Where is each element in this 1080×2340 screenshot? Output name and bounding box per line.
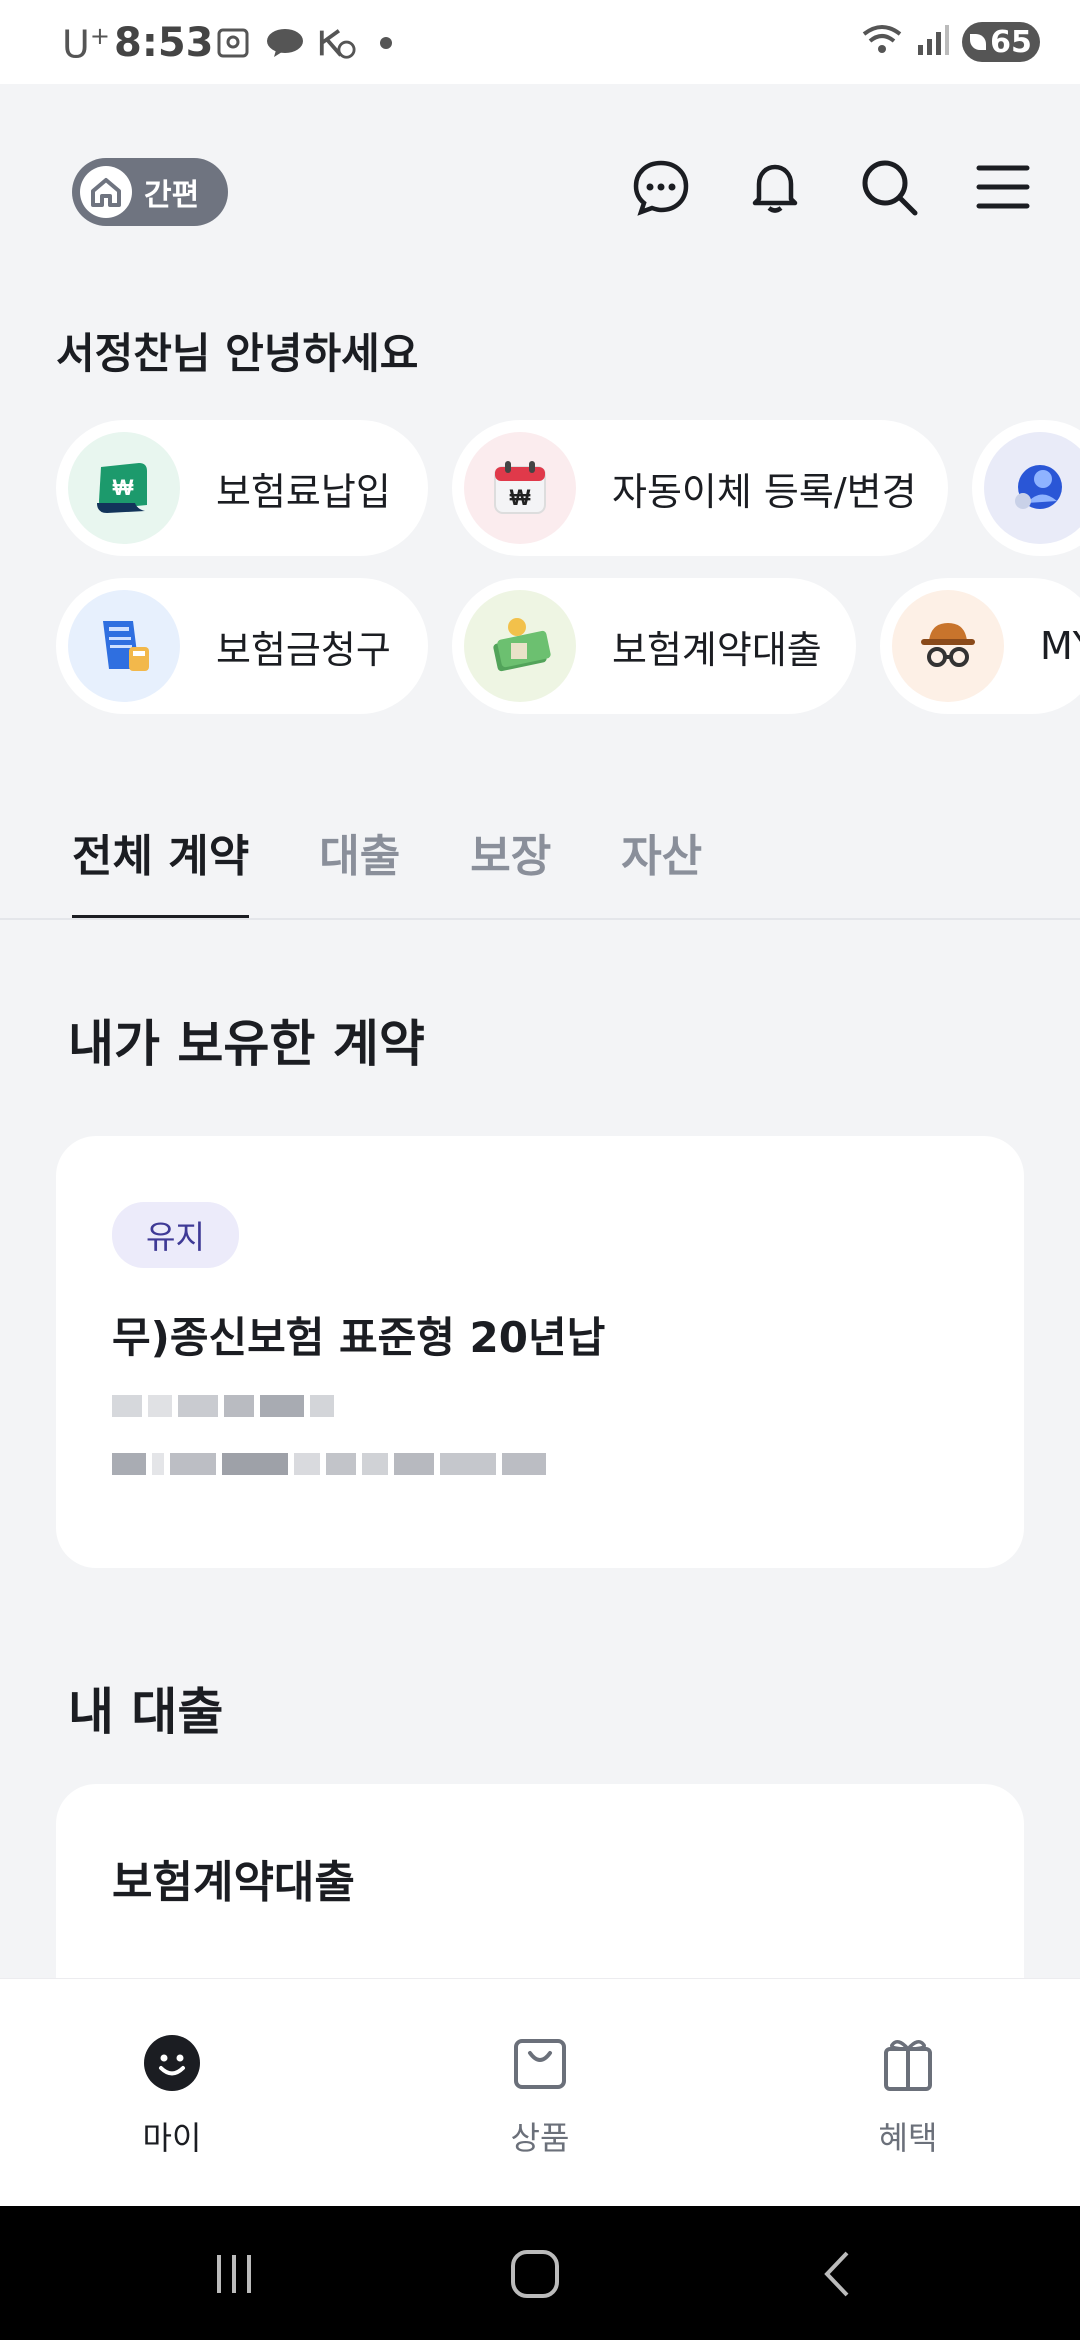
tab-divider	[0, 918, 1080, 920]
bottom-navigation: 마이 상품 혜택	[0, 1978, 1080, 2207]
detective-icon	[892, 590, 1004, 702]
money-note-icon: ₩	[68, 432, 180, 544]
home-icon	[80, 166, 132, 218]
back-icon[interactable]	[808, 2244, 868, 2304]
quick-menu-autopay[interactable]: ₩ 자동이체 등록/변경	[452, 420, 948, 556]
talk-icon	[266, 26, 304, 60]
loans-section-title: 내 대출	[68, 1683, 224, 1741]
tab-all-contracts[interactable]: 전체 계약	[72, 820, 250, 920]
menu-icon[interactable]	[972, 156, 1034, 218]
tab-loans[interactable]: 대출	[319, 820, 400, 920]
quick-menu-premium-payment[interactable]: ₩ 보험료납입	[56, 420, 428, 556]
gift-icon	[876, 2031, 940, 2095]
more-notifications-dot	[380, 37, 392, 49]
recent-apps-icon[interactable]	[204, 2244, 264, 2304]
loan-card-title: 보험계약대출	[112, 1857, 355, 1908]
masked-contract-number	[112, 1395, 968, 1417]
nav-products[interactable]: 상품	[460, 2031, 620, 2159]
simple-mode-toggle[interactable]: 간편	[72, 158, 228, 226]
claim-document-icon	[68, 590, 180, 702]
wifi-icon	[860, 22, 904, 62]
home-button-icon[interactable]	[505, 2244, 565, 2304]
k-icon	[318, 26, 356, 60]
tab-assets[interactable]: 자산	[621, 820, 702, 920]
search-icon[interactable]	[858, 156, 920, 218]
contract-tabs: 전체 계약 대출 보장 자산	[72, 820, 702, 920]
smile-icon	[140, 2031, 204, 2095]
svg-text:₩: ₩	[113, 475, 134, 500]
simple-mode-label: 간편	[144, 178, 200, 213]
contract-name: 무)종신보험 표준형 20년납	[112, 1313, 606, 1362]
system-navigation-bar	[0, 2206, 1080, 2340]
greeting-title: 서정찬님 안녕하세요	[56, 329, 419, 378]
nav-benefits[interactable]: 혜택	[828, 2031, 988, 2159]
shopping-bag-icon	[508, 2031, 572, 2095]
cash-coin-icon	[464, 590, 576, 702]
contracts-section-title: 내가 보유한 계약	[68, 1015, 425, 1073]
quick-menu-my[interactable]: MY	[880, 578, 1080, 714]
carrier-label: U+	[62, 22, 110, 67]
quick-menu-claim[interactable]: 보험금청구	[56, 578, 428, 714]
contract-card[interactable]: 유지 무)종신보험 표준형 20년납	[56, 1136, 1024, 1568]
tab-coverage[interactable]: 보장	[470, 820, 551, 920]
status-bar: U+ 8:53 65	[0, 0, 1080, 84]
signal-icon	[916, 23, 950, 61]
battery-icon: 65	[962, 22, 1040, 62]
clock: 8:53	[114, 20, 214, 66]
gallery-icon	[214, 26, 252, 60]
bell-icon[interactable]	[744, 156, 806, 218]
quick-menu-advisor[interactable]	[972, 420, 1080, 556]
advisor-icon	[984, 432, 1080, 544]
masked-contract-details	[112, 1453, 968, 1475]
nav-my[interactable]: 마이	[92, 2031, 252, 2159]
status-badge: 유지	[112, 1202, 239, 1268]
quick-menu-row-1: ₩ 보험료납입 ₩ 자동이체 등록/변경	[56, 420, 1080, 556]
quick-menu-policy-loan[interactable]: 보험계약대출	[452, 578, 856, 714]
quick-menu-row-2: 보험금청구 보험계약대출 MY	[56, 578, 1080, 714]
svg-text:₩: ₩	[510, 485, 531, 510]
chat-icon[interactable]	[630, 156, 692, 218]
calendar-won-icon: ₩	[464, 432, 576, 544]
